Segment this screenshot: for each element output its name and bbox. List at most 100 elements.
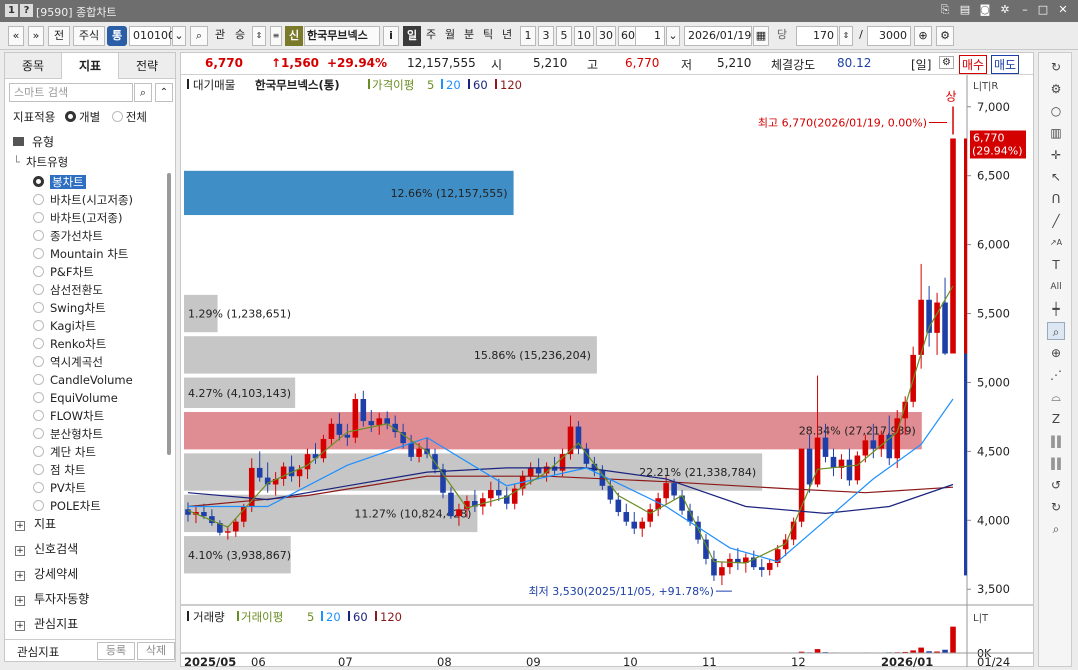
radio-individual[interactable] (64, 111, 76, 122)
magnifier-icon[interactable]: ⌕ (1047, 520, 1065, 538)
all-icon[interactable]: All (1047, 278, 1065, 296)
chart-type-item[interactable]: 바차트(시고저종) (33, 191, 133, 209)
help-icon[interactable]: ? (20, 4, 33, 17)
crosshair-icon[interactable]: ✛ (1047, 146, 1065, 164)
total-input[interactable]: 3000 (867, 26, 911, 46)
chart-type-item[interactable]: Swing차트 (33, 299, 106, 317)
circle-icon[interactable]: ○ (1047, 102, 1065, 120)
unit-input[interactable]: 1 (635, 26, 665, 46)
gwan-button[interactable]: 관 (211, 26, 229, 46)
price-chart[interactable]: 12.66% (12,157,555) 1.29% (1,238,651) 15.8… (181, 75, 1033, 667)
chart-type-item[interactable]: 종가선차트 (33, 227, 103, 245)
pattern-icon[interactable]: ⋰ (1047, 366, 1065, 384)
chart-type-item[interactable]: POLE차트 (33, 497, 101, 511)
spin-updown-icon[interactable]: ⇕ (252, 26, 266, 46)
tab-strategy[interactable]: 전략 (119, 53, 175, 79)
search-icon[interactable]: ⌕ (134, 83, 152, 102)
chart-type-header[interactable]: └ 차트유형 (13, 154, 68, 170)
delete-button[interactable]: 삭제 (137, 642, 175, 660)
bar-chart-icon[interactable]: ▥ (1047, 124, 1065, 142)
market-select[interactable]: 주식 (73, 26, 105, 46)
interval-button-2[interactable]: 5 (556, 26, 572, 46)
next-button[interactable]: » (28, 26, 44, 46)
chart-type-item[interactable]: Renko차트 (33, 335, 106, 353)
section-1[interactable]: + 신호검색 (15, 538, 78, 560)
prev-button[interactable]: « (8, 26, 24, 46)
settings-icon[interactable]: ✲ (998, 3, 1012, 17)
tong-badge[interactable]: 통 (107, 26, 127, 46)
interval-button-3[interactable]: 10 (574, 26, 594, 46)
list-icon[interactable]: ≡ (270, 26, 282, 46)
minimize-icon[interactable]: – (1018, 3, 1032, 17)
chart-type-item[interactable]: 봉차트 (33, 173, 86, 191)
stock-code-input[interactable]: 010100 (129, 26, 175, 46)
type-header[interactable]: 유형 (13, 133, 54, 150)
period-tab-3[interactable]: 분 (460, 26, 478, 46)
interval-button-0[interactable]: 1 (520, 26, 536, 46)
chart-type-item[interactable]: Kagi차트 (33, 317, 96, 335)
chart-type-item[interactable]: 바차트(고저종) (33, 209, 122, 227)
zoom-in-icon[interactable]: ⊕ (1047, 344, 1065, 362)
undo-icon[interactable]: ↺ (1047, 476, 1065, 494)
pointer-icon[interactable]: ↖ (1047, 168, 1065, 186)
radio-all[interactable] (111, 111, 123, 122)
period-tab-1[interactable]: 주 (422, 26, 440, 46)
chart-type-item[interactable]: 계단 차트 (33, 443, 96, 461)
refresh-icon[interactable]: ↻ (1047, 58, 1065, 76)
quote-settings-icon[interactable]: ⚙ (939, 56, 954, 69)
chart-type-item[interactable]: 점 차트 (33, 461, 85, 479)
count-spin-icon[interactable]: ⇕ (839, 26, 853, 46)
interval-button-4[interactable]: 30 (596, 26, 616, 46)
period-tab-2[interactable]: 월 (441, 26, 459, 46)
unit-dropdown-icon[interactable]: ⌄ (666, 26, 680, 46)
chart-type-item[interactable]: Mountain 차트 (33, 245, 128, 263)
period-tab-5[interactable]: 년 (498, 26, 516, 46)
seung-button[interactable]: 승 (231, 26, 249, 46)
section-2[interactable]: + 강세약세 (15, 563, 78, 585)
period-tab-0[interactable]: 일 (403, 26, 421, 46)
maximize-icon[interactable]: □ (1036, 3, 1050, 17)
zigzag-icon[interactable]: Z (1047, 410, 1065, 428)
zoom-icon[interactable]: ⌕ (1047, 322, 1065, 340)
section-4[interactable]: + 관심지표 (15, 613, 78, 635)
stairs-icon[interactable]: ⌓ (1047, 388, 1065, 406)
code-dropdown-icon[interactable]: ⌄ (172, 26, 186, 46)
line-icon[interactable]: ╱ (1047, 212, 1065, 230)
chart-type-item[interactable]: CandleVolume (33, 371, 133, 389)
candle-icon[interactable]: ┿ (1047, 300, 1065, 318)
zoom-search-icon[interactable]: ⊕ (914, 26, 932, 46)
buy-button[interactable]: 매수 (959, 55, 988, 74)
close-icon[interactable]: ✕ (1056, 3, 1070, 17)
magnet-icon[interactable]: ᑎ (1047, 190, 1065, 208)
calendar-icon[interactable]: ▦ (753, 26, 769, 46)
chart-type-item[interactable]: FLOW차트 (33, 407, 104, 425)
camera-icon[interactable]: ◙ (978, 3, 992, 17)
interval-button-1[interactable]: 3 (538, 26, 554, 46)
bars2-icon[interactable]: ‖‖ (1047, 454, 1065, 472)
redo-icon[interactable]: ↻ (1047, 498, 1065, 516)
save-icon[interactable]: ▤ (958, 3, 972, 17)
chart-type-item[interactable]: 역시계곡선 (33, 353, 103, 371)
period-tab-4[interactable]: 틱 (479, 26, 497, 46)
toolbar-settings-icon[interactable]: ⚙ (936, 26, 954, 46)
search-icon[interactable]: ⌕ (190, 26, 208, 46)
register-button[interactable]: 등록 (97, 642, 135, 660)
sell-button[interactable]: 매도 (991, 55, 1020, 74)
info-button[interactable]: i (383, 26, 399, 46)
tab-indicator[interactable]: 지표 (62, 53, 119, 79)
chart-type-item[interactable]: EquiVolume (33, 389, 118, 407)
tab-stock[interactable]: 종목 (5, 53, 62, 79)
section-0[interactable]: + 지표 (15, 513, 56, 535)
section-3[interactable]: + 투자자동향 (15, 588, 89, 610)
chart-type-item[interactable]: P&F차트 (33, 263, 94, 281)
smart-search-input[interactable]: 스마트 검색 (9, 83, 133, 102)
stock-name[interactable]: 한국무브넥스 (304, 26, 380, 46)
auto-line-icon[interactable]: ↗A (1047, 234, 1065, 252)
chart-type-item[interactable]: 삼선전환도 (33, 281, 103, 299)
bars-icon[interactable]: ‖‖ (1047, 432, 1065, 450)
chart-type-item[interactable]: PV차트 (33, 479, 86, 497)
count-input[interactable]: 170 (796, 26, 838, 46)
chart-type-item[interactable]: 분산형차트 (33, 425, 103, 443)
date-input[interactable]: 2026/01/19 (684, 26, 752, 46)
list-scrollbar[interactable] (167, 173, 171, 455)
